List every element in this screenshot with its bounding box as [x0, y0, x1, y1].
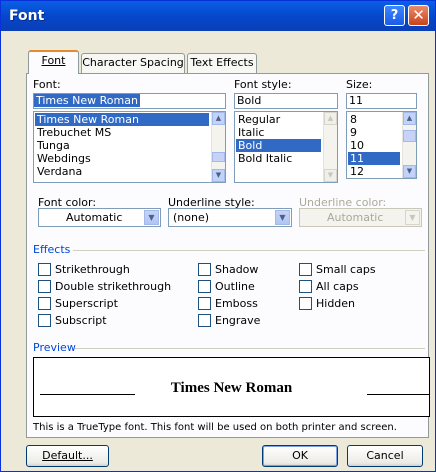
scroll-down-arrow-icon[interactable]: ▼: [212, 169, 225, 182]
size-label: Size:: [346, 78, 373, 91]
size-input[interactable]: 11: [346, 93, 417, 109]
underline-style-value: (none): [173, 211, 210, 224]
font-info-note: This is a TrueType font. This font will …: [33, 422, 397, 433]
title-bar[interactable]: Font ? ✕: [1, 1, 435, 31]
close-icon: ✕: [412, 6, 425, 24]
list-item[interactable]: Bold Italic: [236, 152, 321, 165]
font-label: Font:: [33, 78, 61, 91]
outline-checkbox[interactable]: [198, 280, 211, 293]
list-item[interactable]: 9: [348, 126, 400, 139]
effects-divider: [73, 250, 425, 251]
double-strikethrough-label: Double strikethrough: [55, 280, 172, 293]
window-title: Font: [9, 8, 45, 24]
scroll-down-arrow-icon[interactable]: ▼: [324, 169, 337, 182]
all-caps-label: All caps: [316, 280, 359, 293]
font-color-dropdown[interactable]: Automatic ▼: [38, 208, 161, 227]
engrave-label: Engrave: [215, 314, 261, 327]
size-list[interactable]: 8 9 10 11 12 ▲ ▼: [346, 111, 417, 179]
scroll-down-arrow-icon[interactable]: ▼: [403, 165, 416, 178]
all-caps-checkbox[interactable]: [299, 280, 312, 293]
list-item[interactable]: Regular: [236, 113, 321, 126]
subscript-label: Subscript: [55, 314, 107, 327]
font-style-scrollbar[interactable]: ▲ ▼: [323, 112, 337, 182]
help-button[interactable]: ?: [384, 5, 405, 26]
outline-label: Outline: [215, 280, 255, 293]
scroll-up-arrow-icon[interactable]: ▲: [324, 112, 337, 125]
list-item[interactable]: 10: [348, 139, 400, 152]
shadow-checkbox[interactable]: [198, 263, 211, 276]
help-icon: ?: [390, 8, 399, 23]
list-item[interactable]: Times New Roman: [35, 113, 209, 126]
font-name-value: Times New Roman: [34, 94, 140, 107]
ok-button-label: OK: [292, 449, 308, 462]
tab-character-spacing[interactable]: Character Spacing: [81, 53, 185, 73]
scroll-thumb[interactable]: [212, 152, 225, 162]
font-dialog: Font ? ✕ Font Character Spacing Text Eff…: [0, 0, 436, 472]
size-value: 11: [349, 94, 363, 107]
superscript-checkbox[interactable]: [38, 297, 51, 310]
emboss-label: Emboss: [215, 297, 258, 310]
tab-font-label: Font: [41, 54, 66, 67]
engrave-checkbox[interactable]: [198, 314, 211, 327]
shadow-label: Shadow: [215, 263, 259, 276]
list-item[interactable]: 8: [348, 113, 400, 126]
scroll-up-arrow-icon[interactable]: ▲: [212, 112, 225, 125]
underline-style-dropdown[interactable]: (none) ▼: [168, 208, 292, 227]
small-caps-label: Small caps: [316, 263, 376, 276]
chevron-down-icon[interactable]: ▼: [144, 210, 159, 225]
size-list-scrollbar[interactable]: ▲ ▼: [402, 112, 416, 178]
strikethrough-checkbox[interactable]: [38, 263, 51, 276]
default-button[interactable]: Default...: [26, 445, 109, 467]
small-caps-checkbox[interactable]: [299, 263, 312, 276]
font-style-list[interactable]: Regular Italic Bold Bold Italic ▲ ▼: [234, 111, 338, 183]
scroll-up-arrow-icon[interactable]: ▲: [403, 112, 416, 125]
emboss-checkbox[interactable]: [198, 297, 211, 310]
hidden-checkbox[interactable]: [299, 297, 312, 310]
tab-font[interactable]: Font: [28, 50, 79, 74]
font-style-input[interactable]: Bold: [234, 93, 338, 109]
tab-text-effects[interactable]: Text Effects: [187, 53, 257, 73]
list-item[interactable]: 11: [348, 152, 400, 165]
tab-text-effects-label: Text Effects: [190, 56, 254, 69]
hidden-label: Hidden: [316, 297, 356, 310]
list-item[interactable]: Tunga: [35, 139, 209, 152]
cancel-button-label: Cancel: [366, 449, 404, 462]
font-name-input[interactable]: Times New Roman: [33, 93, 226, 109]
ok-button[interactable]: OK: [262, 445, 338, 467]
preview-divider: [75, 348, 425, 349]
subscript-checkbox[interactable]: [38, 314, 51, 327]
strikethrough-label: Strikethrough: [55, 263, 130, 276]
font-style-label: Font style:: [234, 78, 292, 91]
list-item[interactable]: Bold: [236, 139, 321, 152]
list-item[interactable]: 12: [348, 165, 400, 178]
list-item[interactable]: Italic: [236, 126, 321, 139]
tab-character-spacing-label: Character Spacing: [82, 56, 184, 69]
close-button[interactable]: ✕: [408, 5, 429, 26]
effects-heading: Effects: [33, 243, 71, 256]
list-item[interactable]: Verdana: [35, 165, 209, 178]
default-button-label: Default...: [42, 449, 93, 462]
chevron-down-icon: ▼: [405, 210, 420, 225]
preview-rule-right: [367, 394, 429, 395]
preview-heading: Preview: [33, 341, 76, 354]
font-style-value: Bold: [237, 94, 262, 107]
preview-box: Times New Roman: [33, 357, 430, 417]
cancel-button[interactable]: Cancel: [347, 445, 423, 467]
scroll-thumb[interactable]: [403, 130, 416, 142]
list-item[interactable]: Trebuchet MS: [35, 126, 209, 139]
double-strikethrough-checkbox[interactable]: [38, 280, 51, 293]
chevron-down-icon[interactable]: ▼: [275, 210, 290, 225]
font-color-value: Automatic: [66, 211, 123, 224]
underline-color-dropdown: Automatic ▼: [299, 208, 422, 227]
font-list-scrollbar[interactable]: ▲ ▼: [211, 112, 225, 182]
font-list[interactable]: Times New Roman Trebuchet MS Tunga Webdi…: [33, 111, 226, 183]
superscript-label: Superscript: [55, 297, 118, 310]
list-item[interactable]: Webdings: [35, 152, 209, 165]
underline-color-value: Automatic: [327, 211, 384, 224]
